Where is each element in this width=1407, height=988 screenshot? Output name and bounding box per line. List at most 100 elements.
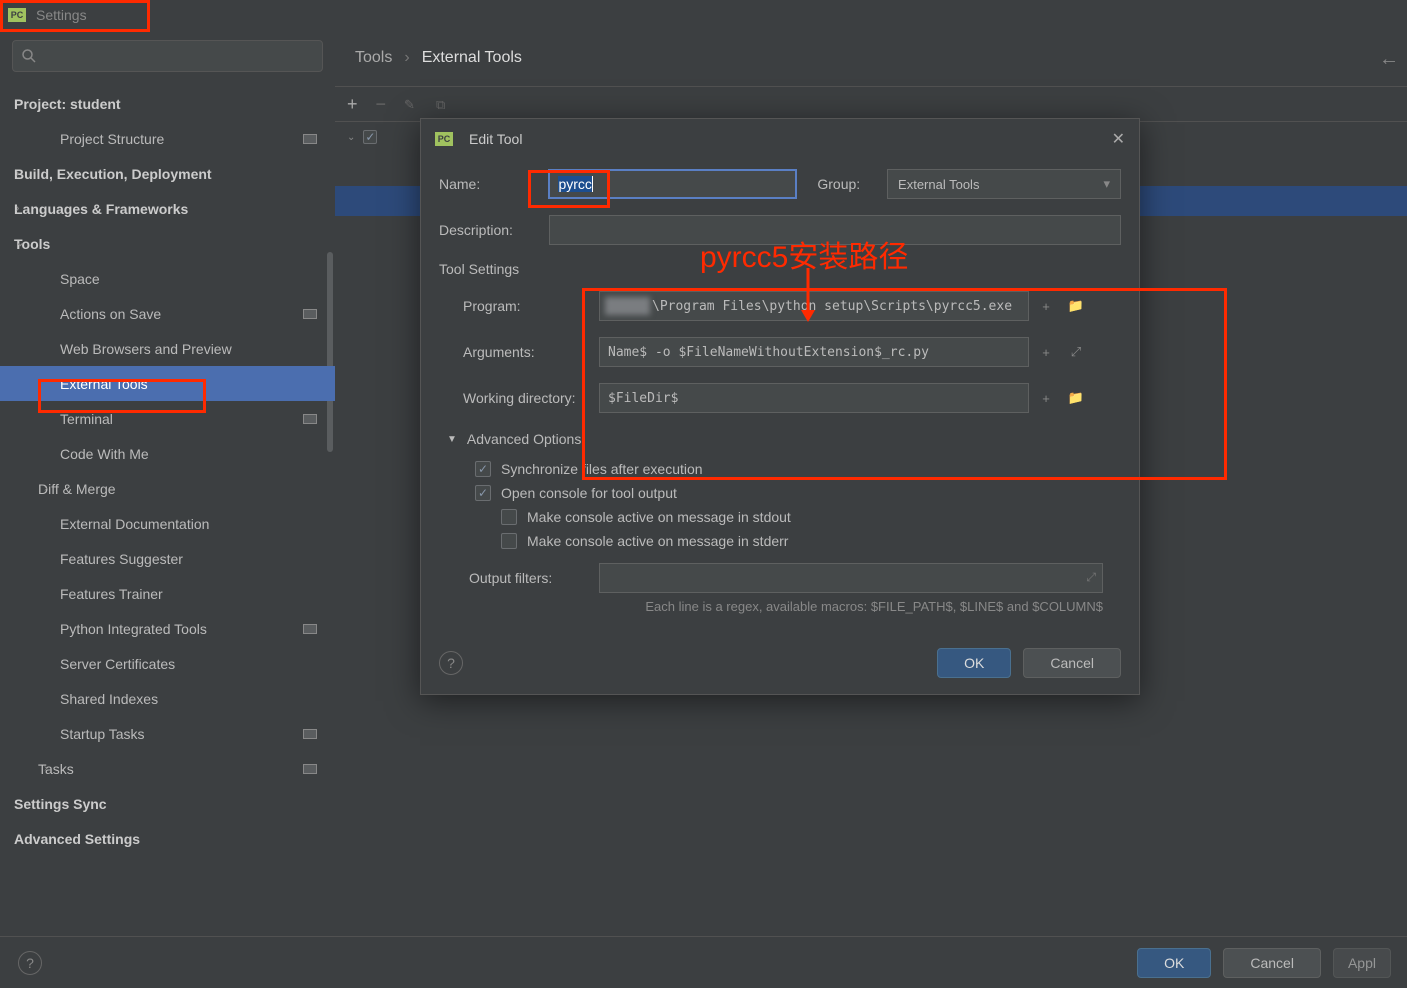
settings-footer: ? OK Cancel Appl bbox=[0, 936, 1407, 988]
sidebar-item-web-browsers-and-preview[interactable]: Web Browsers and Preview bbox=[0, 331, 335, 366]
sidebar-item-terminal[interactable]: Terminal bbox=[0, 401, 335, 436]
group-label: Group: bbox=[817, 176, 887, 192]
open-console-label: Open console for tool output bbox=[501, 485, 677, 501]
sidebar-item-label: Languages & Frameworks bbox=[14, 201, 188, 217]
dialog-title: Edit Tool bbox=[469, 131, 1112, 147]
advanced-options-toggle[interactable]: ▼ Advanced Options bbox=[447, 431, 1121, 447]
expand-icon[interactable]: ⤢ bbox=[1086, 570, 1096, 585]
description-label: Description: bbox=[439, 222, 549, 238]
sidebar-item-tools[interactable]: ⌄Tools bbox=[0, 226, 335, 261]
output-filters-label: Output filters: bbox=[469, 570, 599, 586]
sidebar-item-features-trainer[interactable]: Features Trainer bbox=[0, 576, 335, 611]
open-console-checkbox[interactable] bbox=[475, 485, 491, 501]
settings-tree: Project: studentProject Structure›Build,… bbox=[0, 82, 335, 878]
pycharm-icon: PC bbox=[435, 132, 453, 146]
tool-settings-header: Tool Settings bbox=[439, 261, 1121, 277]
group-checkbox[interactable] bbox=[363, 130, 377, 144]
tools-toolbar: + − ✎ ⧉ bbox=[335, 86, 1407, 122]
breadcrumb-separator: › bbox=[404, 49, 409, 67]
stdout-checkbox[interactable] bbox=[501, 509, 517, 525]
stderr-label: Make console active on message in stderr bbox=[527, 533, 788, 549]
description-input[interactable] bbox=[549, 215, 1122, 245]
sidebar-item-project-structure[interactable]: Project Structure bbox=[0, 121, 335, 156]
insert-macro-button[interactable]: + bbox=[1035, 295, 1057, 317]
copy-tool-button[interactable]: ⧉ bbox=[436, 97, 450, 111]
sidebar-item-label: Server Certificates bbox=[60, 656, 175, 672]
project-flag-icon bbox=[303, 624, 317, 634]
breadcrumb-root[interactable]: Tools bbox=[355, 49, 392, 67]
sidebar-item-features-suggester[interactable]: Features Suggester bbox=[0, 541, 335, 576]
output-filters-input[interactable]: ⤢ bbox=[599, 563, 1103, 593]
sidebar-item-external-tools[interactable]: External Tools bbox=[0, 366, 335, 401]
sidebar-item-label: Space bbox=[60, 271, 100, 287]
settings-search-input[interactable] bbox=[12, 40, 323, 72]
sidebar-item-startup-tasks[interactable]: Startup Tasks bbox=[0, 716, 335, 751]
browse-folder-icon[interactable]: 📁 bbox=[1065, 295, 1087, 317]
name-label: Name: bbox=[439, 176, 548, 192]
sidebar-item-settings-sync[interactable]: Settings Sync bbox=[0, 786, 335, 821]
sidebar-item-label: Python Integrated Tools bbox=[60, 621, 207, 637]
chevron-down-icon: ⌄ bbox=[347, 132, 355, 143]
add-tool-button[interactable]: + bbox=[347, 94, 358, 115]
sidebar-item-label: Project: student bbox=[14, 96, 121, 112]
chevron-icon: › bbox=[44, 763, 47, 774]
redacted-path bbox=[605, 297, 650, 315]
sidebar-item-shared-indexes[interactable]: Shared Indexes bbox=[0, 681, 335, 716]
help-button[interactable]: ? bbox=[439, 651, 463, 675]
group-combo[interactable]: External Tools ▾ bbox=[887, 169, 1121, 199]
breadcrumb-current: External Tools bbox=[422, 49, 522, 67]
sidebar-item-label: Shared Indexes bbox=[60, 691, 158, 707]
remove-tool-button[interactable]: − bbox=[376, 94, 387, 115]
sidebar-item-server-certificates[interactable]: Server Certificates bbox=[0, 646, 335, 681]
apply-button[interactable]: Appl bbox=[1333, 948, 1391, 978]
sidebar-item-tasks[interactable]: ›Tasks bbox=[0, 751, 335, 786]
cancel-button[interactable]: Cancel bbox=[1023, 648, 1121, 678]
sidebar-item-label: External Documentation bbox=[60, 516, 209, 532]
browse-folder-icon[interactable]: 📁 bbox=[1065, 387, 1087, 409]
back-arrow-icon[interactable]: ← bbox=[1379, 48, 1399, 71]
sidebar-item-label: Actions on Save bbox=[60, 306, 161, 322]
sidebar-item-advanced-settings[interactable]: Advanced Settings bbox=[0, 821, 335, 856]
sidebar-item-languages-frameworks[interactable]: ›Languages & Frameworks bbox=[0, 191, 335, 226]
edit-tool-button[interactable]: ✎ bbox=[404, 97, 418, 111]
sidebar-item-label: Web Browsers and Preview bbox=[60, 341, 232, 357]
sidebar-item-actions-on-save[interactable]: Actions on Save bbox=[0, 296, 335, 331]
sidebar-item-label: Code With Me bbox=[60, 446, 149, 462]
cancel-button[interactable]: Cancel bbox=[1223, 948, 1321, 978]
sidebar-item-external-documentation[interactable]: External Documentation bbox=[0, 506, 335, 541]
sidebar-item-project-student[interactable]: Project: student bbox=[0, 86, 335, 121]
dialog-titlebar: PC Edit Tool ✕ bbox=[421, 119, 1139, 159]
insert-macro-button[interactable]: + bbox=[1035, 341, 1057, 363]
arguments-input[interactable] bbox=[599, 337, 1029, 367]
working-dir-input[interactable] bbox=[599, 383, 1029, 413]
stderr-checkbox[interactable] bbox=[501, 533, 517, 549]
close-icon[interactable]: ✕ bbox=[1112, 129, 1125, 149]
sidebar-item-python-integrated-tools[interactable]: Python Integrated Tools bbox=[0, 611, 335, 646]
sidebar-item-code-with-me[interactable]: Code With Me bbox=[0, 436, 335, 471]
settings-sidebar: Project: studentProject Structure›Build,… bbox=[0, 30, 335, 878]
name-input-value: pyrcc bbox=[558, 176, 591, 192]
sidebar-item-label: Settings Sync bbox=[14, 796, 107, 812]
chevron-down-icon: ▾ bbox=[1103, 176, 1110, 192]
ok-button[interactable]: OK bbox=[937, 648, 1011, 678]
sync-files-checkbox[interactable] bbox=[475, 461, 491, 477]
program-input[interactable] bbox=[599, 291, 1029, 321]
group-value: External Tools bbox=[898, 177, 979, 192]
chevron-icon: › bbox=[16, 168, 19, 179]
name-input[interactable]: pyrcc bbox=[548, 169, 797, 199]
chevron-icon: ⌄ bbox=[16, 238, 24, 249]
sidebar-item-space[interactable]: Space bbox=[0, 261, 335, 296]
output-filters-hint: Each line is a regex, available macros: … bbox=[439, 599, 1103, 614]
sidebar-item-label: Build, Execution, Deployment bbox=[14, 166, 212, 182]
sidebar-item-build-execution-deployment[interactable]: ›Build, Execution, Deployment bbox=[0, 156, 335, 191]
sidebar-item-label: Diff & Merge bbox=[38, 481, 116, 497]
project-flag-icon bbox=[303, 414, 317, 424]
window-titlebar: PC Settings bbox=[0, 0, 1407, 30]
help-button[interactable]: ? bbox=[18, 951, 42, 975]
sidebar-item-diff-merge[interactable]: ›Diff & Merge bbox=[0, 471, 335, 506]
insert-macro-button[interactable]: + bbox=[1035, 387, 1057, 409]
expand-icon[interactable]: ⤢ bbox=[1065, 341, 1087, 363]
sidebar-item-label: Project Structure bbox=[60, 131, 164, 147]
sidebar-item-label: Terminal bbox=[60, 411, 113, 427]
ok-button[interactable]: OK bbox=[1137, 948, 1211, 978]
